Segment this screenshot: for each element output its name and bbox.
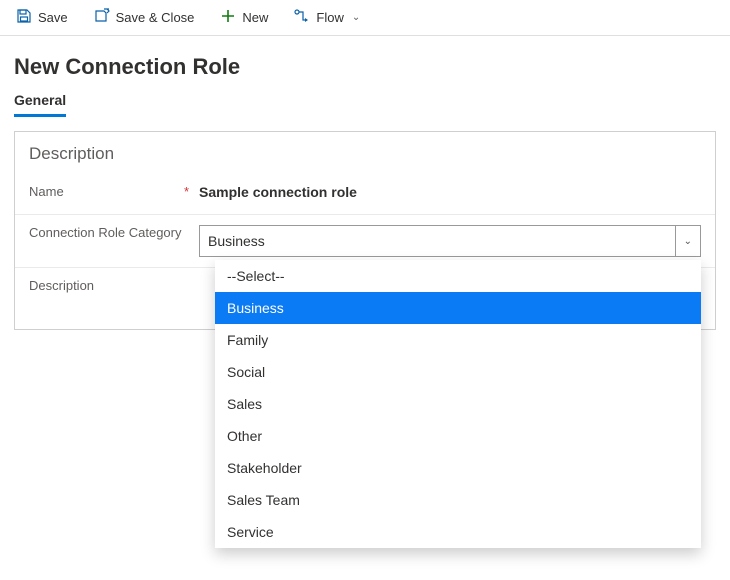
dropdown-option[interactable]: Business bbox=[215, 292, 701, 324]
name-field[interactable]: Sample connection role bbox=[199, 184, 701, 200]
name-value: Sample connection role bbox=[199, 184, 357, 200]
new-label: New bbox=[242, 10, 268, 25]
category-dropdown: --Select--BusinessFamilySocialSalesOther… bbox=[215, 260, 701, 548]
required-indicator: * bbox=[184, 184, 189, 201]
dropdown-option-placeholder[interactable]: --Select-- bbox=[215, 260, 701, 292]
dropdown-option[interactable]: Family bbox=[215, 324, 701, 356]
chevron-down-icon: ⌄ bbox=[675, 226, 692, 256]
save-close-button[interactable]: Save & Close bbox=[90, 6, 199, 29]
name-label: Name bbox=[29, 184, 64, 201]
command-bar: Save Save & Close New Flow ⌄ bbox=[0, 0, 730, 36]
dropdown-option[interactable]: Sales bbox=[215, 388, 701, 420]
category-label: Connection Role Category bbox=[29, 225, 181, 242]
flow-label: Flow bbox=[316, 10, 343, 25]
save-close-label: Save & Close bbox=[116, 10, 195, 25]
page-title: New Connection Role bbox=[0, 36, 730, 86]
row-name: Name * Sample connection role bbox=[15, 174, 715, 214]
save-close-icon bbox=[94, 8, 110, 27]
plus-icon bbox=[220, 8, 236, 27]
save-label: Save bbox=[38, 10, 68, 25]
category-select[interactable]: Business ⌄ bbox=[199, 225, 701, 257]
dropdown-option[interactable]: Social bbox=[215, 356, 701, 388]
tab-general[interactable]: General bbox=[14, 86, 66, 117]
dropdown-option[interactable]: Stakeholder bbox=[215, 452, 701, 484]
dropdown-option[interactable]: Other bbox=[215, 420, 701, 452]
new-button[interactable]: New bbox=[216, 6, 272, 29]
description-label: Description bbox=[29, 278, 94, 295]
dropdown-option[interactable]: Service bbox=[215, 516, 701, 548]
save-button[interactable]: Save bbox=[12, 6, 72, 29]
section-title: Description bbox=[15, 142, 715, 174]
flow-button[interactable]: Flow ⌄ bbox=[290, 6, 364, 29]
save-icon bbox=[16, 8, 32, 27]
tab-strip: General bbox=[0, 86, 730, 117]
dropdown-option[interactable]: Sales Team bbox=[215, 484, 701, 516]
flow-icon bbox=[294, 8, 310, 27]
category-value: Business bbox=[208, 233, 265, 249]
chevron-down-icon: ⌄ bbox=[352, 12, 360, 23]
description-section: Description Name * Sample connection rol… bbox=[14, 131, 716, 330]
